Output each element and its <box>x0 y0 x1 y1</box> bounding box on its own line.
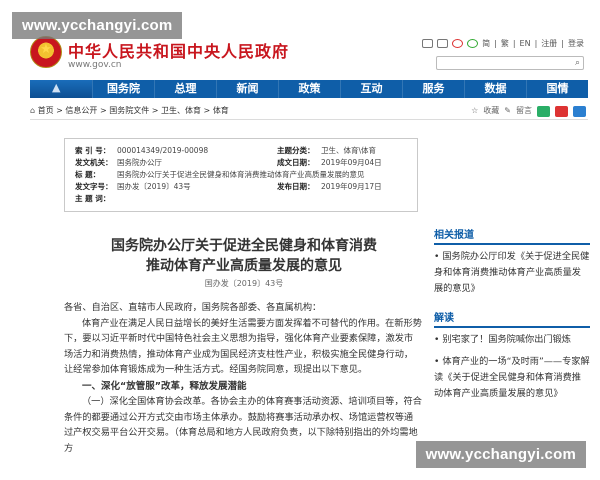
qzone-share-icon[interactable] <box>573 105 586 117</box>
body-paragraph: （一）深化全国体育协会改革。各协会主办的体育赛事活动资源、培训项目等，符合条件的… <box>64 396 422 454</box>
document-number: 国办发〔2019〕43号 <box>204 279 284 288</box>
gov-article-page: www.ycchangyi.com 中华人民共和国中央人民政府 www.gov.… <box>0 0 600 480</box>
wechat-share-icon[interactable] <box>537 105 550 117</box>
site-title[interactable]: 中华人民共和国中央人民政府 <box>68 38 289 62</box>
related-link-text[interactable]: 国务院办公厅印发《关于促进全民健身和体育消费推动体育产业高质量发展的意见》 <box>434 251 589 294</box>
meta-index-label: 索 引 号： <box>75 146 111 155</box>
search-icon[interactable]: ⌕ <box>575 58 580 68</box>
nav-item-state-council[interactable]: 国务院 <box>92 80 154 98</box>
home-icon: ⌂ <box>30 106 36 115</box>
search-input[interactable]: ⌕ <box>436 56 584 70</box>
meta-written-label: 成文日期： <box>277 158 315 167</box>
site-url: www.gov.cn <box>68 60 122 70</box>
site-header: 中华人民共和国中央人民政府 www.gov.cn 简| 繁| EN| 注册| 登… <box>30 34 590 78</box>
document-title: 国务院办公厅关于促进全民健身和体育消费 推动体育产业高质量发展的意见 <box>64 236 424 276</box>
top-links: 简 | 繁 | EN | 注册 | 登录 <box>422 38 584 49</box>
nav-item-interaction[interactable]: 互动 <box>340 80 402 98</box>
salutation: 各省、自治区、直辖市人民政府，国务院各部委、各直属机构： <box>64 302 322 313</box>
breadcrumb-sports[interactable]: 体育 <box>213 106 229 115</box>
related-heading: 相关报道 <box>434 226 590 245</box>
link-login[interactable]: 登录 <box>568 38 584 49</box>
article-tools: ☆ 收藏 ✎ 留言 <box>471 102 586 120</box>
section-heading: 一、深化“放管服”改革，释放发展潜能 <box>82 380 247 392</box>
mail-icon[interactable] <box>422 39 434 48</box>
nav-item-policy[interactable]: 政策 <box>278 80 340 98</box>
breadcrumb-home[interactable]: 首页 <box>38 106 54 115</box>
document-title-line1: 国务院办公厅关于促进全民健身和体育消费 <box>111 238 377 254</box>
meta-topic-label: 主题分类： <box>277 146 315 155</box>
main-nav: 国务院 总理 新闻 政策 互动 服务 数据 国情 <box>30 80 588 98</box>
body-paragraph: 体育产业在满足人民日益增长的美好生活需要方面发挥着不可替代的作用。在新形势下，要… <box>64 317 422 376</box>
comment-icon[interactable]: ✎ <box>504 102 511 120</box>
wechat-icon[interactable] <box>467 39 479 48</box>
meta-docno-label: 发文字号： <box>75 182 113 191</box>
link-register[interactable]: 注册 <box>541 38 557 49</box>
document-title-line2: 推动体育产业高质量发展的意见 <box>146 258 342 274</box>
interpretation-link[interactable]: • 体育产业的一场“及时雨”——专家解读《关于促进全民健身和体育消费推动体育产业… <box>434 354 590 402</box>
nav-logo-icon[interactable] <box>30 80 92 98</box>
link-english[interactable]: EN <box>520 39 531 48</box>
breadcrumb: ⌂ 首页 > 信息公开 > 国务院文件 > 卫生、体育 > 体育 ☆ 收藏 ✎ … <box>30 102 588 120</box>
meta-issuer-value: 国务院办公厅 <box>117 158 162 167</box>
nav-item-news[interactable]: 新闻 <box>216 80 278 98</box>
meta-publish-value: 2019年09月17日 <box>321 182 382 191</box>
document-meta-table: 索 引 号： 000014349/2019-00098 主题分类： 卫生、体育\… <box>64 138 418 212</box>
meta-topic-value: 卫生、体育\体育 <box>321 146 377 155</box>
nav-item-national-info[interactable]: 国情 <box>526 80 588 98</box>
weibo-icon[interactable] <box>452 39 464 48</box>
favorite-button[interactable]: 收藏 <box>483 102 499 120</box>
meta-title-label: 标 题： <box>75 170 101 179</box>
meta-docno-value: 国办发〔2019〕43号 <box>117 182 191 191</box>
meta-issuer-label: 发文机关： <box>75 158 113 167</box>
link-simplified[interactable]: 简 <box>482 38 490 49</box>
nav-item-data[interactable]: 数据 <box>464 80 526 98</box>
nav-item-services[interactable]: 服务 <box>402 80 464 98</box>
phone-icon[interactable] <box>437 39 449 48</box>
comment-button[interactable]: 留言 <box>516 102 532 120</box>
breadcrumb-info[interactable]: 信息公开 <box>65 106 97 115</box>
watermark-bottom: www.ycchangyi.com <box>415 441 586 468</box>
nav-item-premier[interactable]: 总理 <box>154 80 216 98</box>
breadcrumb-health[interactable]: 卫生、体育 <box>161 106 201 115</box>
interpretation-link-text[interactable]: 别宅家了！国务院喊你出门锻炼 <box>442 334 571 345</box>
meta-title-value: 国务院办公厅关于促进全民健身和体育消费推动体育产业高质量发展的意见 <box>117 170 365 179</box>
meta-index-value: 000014349/2019-00098 <box>117 146 209 155</box>
document-body: 各省、自治区、直辖市人民政府，国务院各部委、各直属机构： 体育产业在满足人民日益… <box>64 300 422 456</box>
watermark-top: www.ycchangyi.com <box>12 12 183 39</box>
link-traditional[interactable]: 繁 <box>501 38 509 49</box>
interpretation-heading: 解读 <box>434 309 590 328</box>
meta-publish-label: 发布日期： <box>277 182 315 191</box>
national-emblem-icon[interactable] <box>30 36 62 68</box>
meta-subject-label: 主 题 词： <box>75 194 111 203</box>
related-link[interactable]: • 国务院办公厅印发《关于促进全民健身和体育消费推动体育产业高质量发展的意见》 <box>434 249 590 297</box>
meta-written-value: 2019年09月04日 <box>321 158 382 167</box>
interpretation-link[interactable]: • 别宅家了！国务院喊你出门锻炼 <box>434 332 590 348</box>
sidebar: 相关报道 • 国务院办公厅印发《关于促进全民健身和体育消费推动体育产业高质量发展… <box>434 226 590 402</box>
interpretation-link-text[interactable]: 体育产业的一场“及时雨”——专家解读《关于促进全民健身和体育消费推动体育产业高质… <box>434 356 590 399</box>
breadcrumb-docs[interactable]: 国务院文件 <box>109 106 149 115</box>
favorite-icon[interactable]: ☆ <box>471 102 478 120</box>
weibo-share-icon[interactable] <box>555 105 568 117</box>
